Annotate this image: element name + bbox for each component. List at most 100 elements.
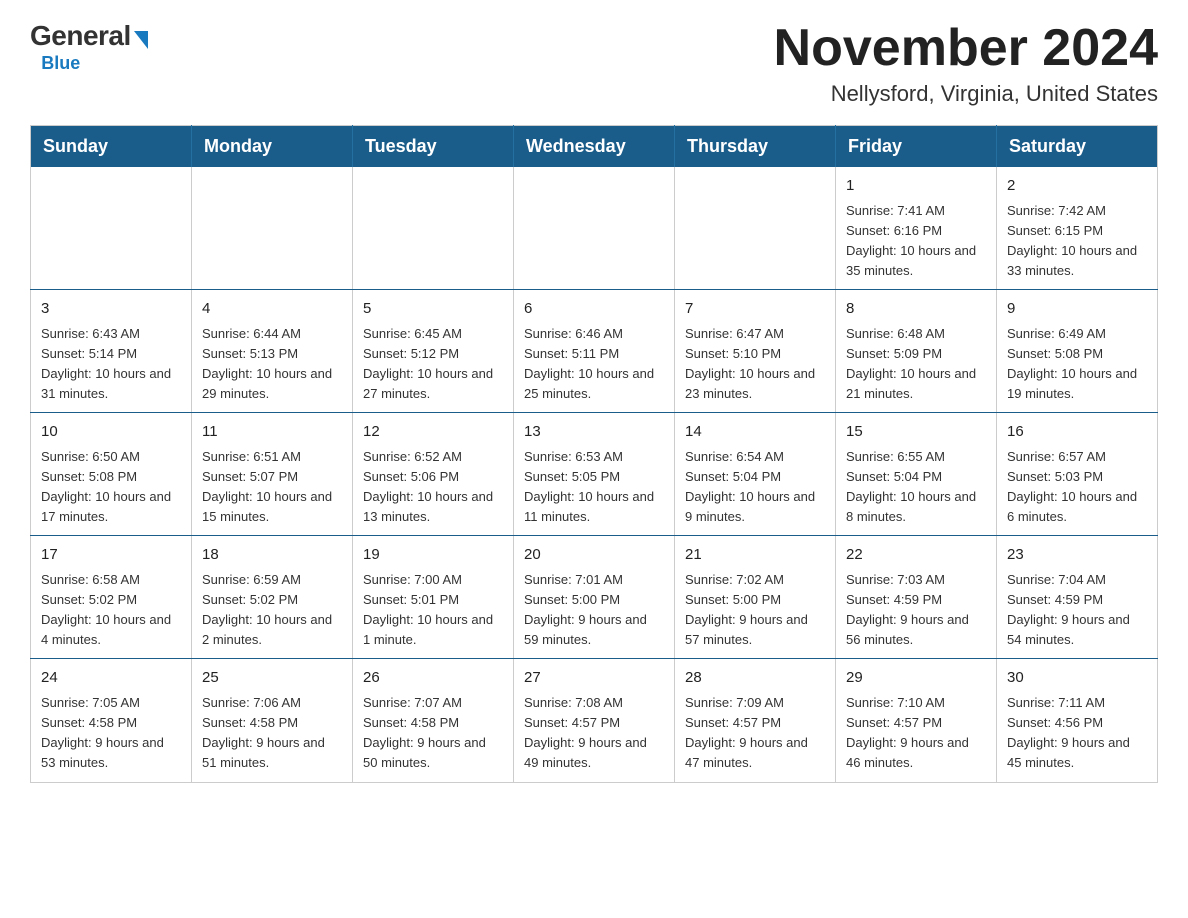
day-number: 26 bbox=[363, 667, 503, 690]
calendar-cell bbox=[514, 167, 675, 290]
logo-blue: Blue bbox=[41, 53, 80, 74]
day-info: Sunrise: 7:11 AMSunset: 4:56 PMDaylight:… bbox=[1007, 693, 1147, 774]
day-number: 1 bbox=[846, 175, 986, 198]
day-number: 14 bbox=[685, 421, 825, 444]
day-number: 16 bbox=[1007, 421, 1147, 444]
calendar-week-row: 24 Sunrise: 7:05 AMSunset: 4:58 PMDayligh… bbox=[31, 659, 1158, 782]
calendar-cell bbox=[31, 167, 192, 290]
day-number: 20 bbox=[524, 544, 664, 567]
day-number: 15 bbox=[846, 421, 986, 444]
calendar-cell: 19 Sunrise: 7:00 AMSunset: 5:01 PMDayligh… bbox=[353, 536, 514, 659]
day-number: 17 bbox=[41, 544, 181, 567]
day-number: 29 bbox=[846, 667, 986, 690]
calendar-cell: 26Sunrise: 7:07 AMSunset: 4:58 PMDayligh… bbox=[353, 659, 514, 782]
day-number: 23 bbox=[1007, 544, 1147, 567]
calendar-cell: 23 Sunrise: 7:04 AMSunset: 4:59 PMDayligh… bbox=[997, 536, 1158, 659]
day-info: Sunrise: 6:43 AMSunset: 5:14 PMDaylight:… bbox=[41, 324, 181, 405]
calendar-cell: 16 Sunrise: 6:57 AMSunset: 5:03 PMDayligh… bbox=[997, 413, 1158, 536]
day-number: 7 bbox=[685, 298, 825, 321]
day-info: Sunrise: 6:55 AMSunset: 5:04 PMDaylight:… bbox=[846, 447, 986, 528]
calendar-table: SundayMondayTuesdayWednesdayThursdayFrid… bbox=[30, 125, 1158, 782]
day-header-thursday: Thursday bbox=[675, 126, 836, 168]
calendar-cell: 5 Sunrise: 6:45 AMSunset: 5:12 PMDaylight… bbox=[353, 290, 514, 413]
day-header-sunday: Sunday bbox=[31, 126, 192, 168]
day-info: Sunrise: 6:54 AMSunset: 5:04 PMDaylight:… bbox=[685, 447, 825, 528]
calendar-cell bbox=[192, 167, 353, 290]
day-info: Sunrise: 6:58 AMSunset: 5:02 PMDaylight:… bbox=[41, 570, 181, 651]
day-info: Sunrise: 7:05 AMSunset: 4:58 PMDaylight:… bbox=[41, 693, 181, 774]
day-info: Sunrise: 7:08 AMSunset: 4:57 PMDaylight:… bbox=[524, 693, 664, 774]
location: Nellysford, Virginia, United States bbox=[774, 81, 1158, 107]
calendar-cell: 2 Sunrise: 7:42 AMSunset: 6:15 PMDaylight… bbox=[997, 167, 1158, 290]
day-info: Sunrise: 6:50 AMSunset: 5:08 PMDaylight:… bbox=[41, 447, 181, 528]
calendar-cell: 17 Sunrise: 6:58 AMSunset: 5:02 PMDayligh… bbox=[31, 536, 192, 659]
day-info: Sunrise: 6:47 AMSunset: 5:10 PMDaylight:… bbox=[685, 324, 825, 405]
calendar-cell: 14 Sunrise: 6:54 AMSunset: 5:04 PMDayligh… bbox=[675, 413, 836, 536]
title-area: November 2024 Nellysford, Virginia, Unit… bbox=[774, 20, 1158, 107]
calendar-cell bbox=[675, 167, 836, 290]
day-info: Sunrise: 6:52 AMSunset: 5:06 PMDaylight:… bbox=[363, 447, 503, 528]
day-number: 4 bbox=[202, 298, 342, 321]
day-number: 10 bbox=[41, 421, 181, 444]
day-info: Sunrise: 6:59 AMSunset: 5:02 PMDaylight:… bbox=[202, 570, 342, 651]
day-number: 27 bbox=[524, 667, 664, 690]
logo: General Blue bbox=[30, 20, 148, 80]
calendar-week-row: 10 Sunrise: 6:50 AMSunset: 5:08 PMDayligh… bbox=[31, 413, 1158, 536]
day-info: Sunrise: 7:42 AMSunset: 6:15 PMDaylight:… bbox=[1007, 201, 1147, 282]
day-info: Sunrise: 7:03 AMSunset: 4:59 PMDaylight:… bbox=[846, 570, 986, 651]
day-info: Sunrise: 7:10 AMSunset: 4:57 PMDaylight:… bbox=[846, 693, 986, 774]
day-number: 21 bbox=[685, 544, 825, 567]
calendar-week-row: 3 Sunrise: 6:43 AMSunset: 5:14 PMDaylight… bbox=[31, 290, 1158, 413]
day-number: 3 bbox=[41, 298, 181, 321]
day-number: 28 bbox=[685, 667, 825, 690]
calendar-cell: 6Sunrise: 6:46 AMSunset: 5:11 PMDaylight… bbox=[514, 290, 675, 413]
day-number: 18 bbox=[202, 544, 342, 567]
day-info: Sunrise: 6:49 AMSunset: 5:08 PMDaylight:… bbox=[1007, 324, 1147, 405]
day-info: Sunrise: 7:04 AMSunset: 4:59 PMDaylight:… bbox=[1007, 570, 1147, 651]
day-info: Sunrise: 7:09 AMSunset: 4:57 PMDaylight:… bbox=[685, 693, 825, 774]
day-number: 9 bbox=[1007, 298, 1147, 321]
calendar-cell: 25Sunrise: 7:06 AMSunset: 4:58 PMDayligh… bbox=[192, 659, 353, 782]
day-header-tuesday: Tuesday bbox=[353, 126, 514, 168]
day-info: Sunrise: 6:53 AMSunset: 5:05 PMDaylight:… bbox=[524, 447, 664, 528]
day-number: 24 bbox=[41, 667, 181, 690]
calendar-cell: 10 Sunrise: 6:50 AMSunset: 5:08 PMDayligh… bbox=[31, 413, 192, 536]
logo-arrow-icon bbox=[134, 31, 148, 49]
day-info: Sunrise: 7:00 AMSunset: 5:01 PMDaylight:… bbox=[363, 570, 503, 651]
calendar-cell: 3 Sunrise: 6:43 AMSunset: 5:14 PMDaylight… bbox=[31, 290, 192, 413]
calendar-cell: 27 Sunrise: 7:08 AMSunset: 4:57 PMDayligh… bbox=[514, 659, 675, 782]
calendar-cell: 30 Sunrise: 7:11 AMSunset: 4:56 PMDayligh… bbox=[997, 659, 1158, 782]
day-number: 12 bbox=[363, 421, 503, 444]
day-info: Sunrise: 7:01 AMSunset: 5:00 PMDaylight:… bbox=[524, 570, 664, 651]
calendar-cell: 18 Sunrise: 6:59 AMSunset: 5:02 PMDayligh… bbox=[192, 536, 353, 659]
calendar-cell: 7 Sunrise: 6:47 AMSunset: 5:10 PMDaylight… bbox=[675, 290, 836, 413]
day-info: Sunrise: 6:51 AMSunset: 5:07 PMDaylight:… bbox=[202, 447, 342, 528]
calendar-cell: 20 Sunrise: 7:01 AMSunset: 5:00 PMDayligh… bbox=[514, 536, 675, 659]
day-info: Sunrise: 6:57 AMSunset: 5:03 PMDaylight:… bbox=[1007, 447, 1147, 528]
day-number: 6 bbox=[524, 298, 664, 321]
day-header-monday: Monday bbox=[192, 126, 353, 168]
day-number: 25 bbox=[202, 667, 342, 690]
calendar-cell: 28 Sunrise: 7:09 AMSunset: 4:57 PMDayligh… bbox=[675, 659, 836, 782]
calendar-cell: 21 Sunrise: 7:02 AMSunset: 5:00 PMDayligh… bbox=[675, 536, 836, 659]
day-number: 8 bbox=[846, 298, 986, 321]
page-header: General Blue November 2024 Nellysford, V… bbox=[30, 20, 1158, 107]
day-header-wednesday: Wednesday bbox=[514, 126, 675, 168]
day-info: Sunrise: 7:02 AMSunset: 5:00 PMDaylight:… bbox=[685, 570, 825, 651]
day-number: 30 bbox=[1007, 667, 1147, 690]
calendar-cell: 9 Sunrise: 6:49 AMSunset: 5:08 PMDaylight… bbox=[997, 290, 1158, 413]
day-info: Sunrise: 6:48 AMSunset: 5:09 PMDaylight:… bbox=[846, 324, 986, 405]
day-number: 19 bbox=[363, 544, 503, 567]
calendar-cell bbox=[353, 167, 514, 290]
month-title: November 2024 bbox=[774, 20, 1158, 77]
calendar-cell: 12 Sunrise: 6:52 AMSunset: 5:06 PMDayligh… bbox=[353, 413, 514, 536]
calendar-week-row: 17 Sunrise: 6:58 AMSunset: 5:02 PMDayligh… bbox=[31, 536, 1158, 659]
logo-blue-label bbox=[32, 48, 39, 80]
day-number: 2 bbox=[1007, 175, 1147, 198]
day-info: Sunrise: 6:45 AMSunset: 5:12 PMDaylight:… bbox=[363, 324, 503, 405]
calendar-cell: 22 Sunrise: 7:03 AMSunset: 4:59 PMDayligh… bbox=[836, 536, 997, 659]
day-number: 22 bbox=[846, 544, 986, 567]
calendar-cell: 29 Sunrise: 7:10 AMSunset: 4:57 PMDayligh… bbox=[836, 659, 997, 782]
day-info: Sunrise: 7:41 AMSunset: 6:16 PMDaylight:… bbox=[846, 201, 986, 282]
day-number: 5 bbox=[363, 298, 503, 321]
